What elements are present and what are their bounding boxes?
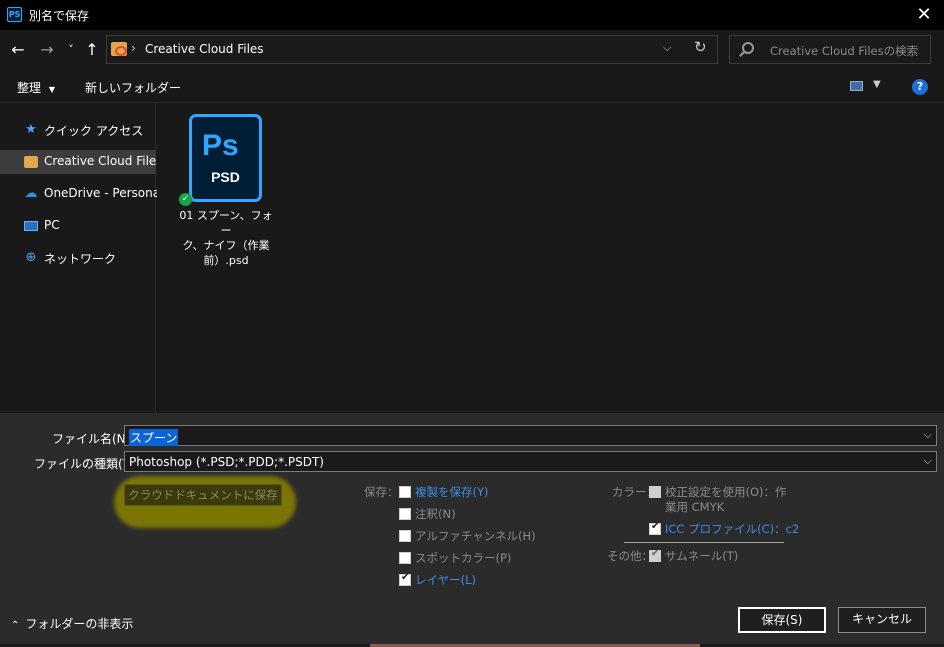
search-input[interactable]: Creative Cloud Filesの検索 (770, 43, 918, 59)
sidebar-item-creative-cloud-files[interactable]: Creative Cloud Files (0, 150, 163, 174)
sidebar-item-label: クイック アクセス (44, 124, 144, 138)
file-name-line: 01 スプーン、フォー (179, 209, 273, 237)
sidebar-item-label: ネットワーク (44, 252, 117, 266)
window-title: 別名で保存 (29, 9, 90, 23)
cloud-icon: ☁ (24, 186, 38, 201)
sidebar-item-quick-access[interactable]: ★ クイック アクセス (0, 118, 156, 142)
address-bar[interactable]: › Creative Cloud Files ⌵ (106, 35, 718, 64)
check-icon: ✔ (401, 572, 410, 583)
view-options-icon[interactable] (850, 81, 863, 91)
thumbnail-checkbox[interactable]: ✔ (649, 548, 661, 562)
navigation-pane: ★ クイック アクセス Creative Cloud Files ☁ OneDr… (0, 103, 164, 413)
sidebar-item-label: OneDrive - Personal (44, 186, 164, 200)
filename-field[interactable]: スプーン ⌵ (124, 425, 937, 446)
psd-file-icon: Ps PSD (189, 114, 262, 202)
refresh-icon[interactable]: ↻ (694, 38, 707, 56)
spot-colors-label: スポットカラー(P) (415, 551, 512, 565)
photoshop-app-icon: PS (7, 7, 22, 22)
psd-icon-letters: Ps (202, 129, 239, 162)
up-arrow-icon[interactable]: ↑ (82, 38, 102, 62)
save-copy-checkbox[interactable] (399, 486, 411, 498)
icc-profile-label: ICC プロファイル(C)：c2 (665, 522, 800, 536)
filename-input[interactable]: スプーン (129, 429, 179, 446)
search-box[interactable]: Creative Cloud Filesの検索 (729, 35, 931, 64)
use-proof-setup-checkbox[interactable] (649, 486, 661, 498)
alpha-channels-checkbox[interactable] (399, 530, 411, 542)
use-proof-setup-label: 校正設定を使用(O)：作 (665, 485, 787, 499)
organize-dropdown-icon: ▼ (48, 85, 55, 94)
filename-label: ファイル名(N): (52, 432, 135, 446)
annotations-label: 注釈(N) (415, 507, 456, 521)
file-name: 01 スプーン、フォー ク、ナイフ（作業 前）.psd (179, 208, 273, 268)
title-bar: PS 別名で保存 ✕ (0, 0, 944, 30)
sidebar-item-label: Creative Cloud Files (44, 154, 163, 168)
navigation-bar: ← → ˅ ↑ › Creative Cloud Files ⌵ ↻ Creat… (0, 30, 944, 70)
file-list: Ps PSD ✓ 01 スプーン、フォー ク、ナイフ（作業 前）.psd (157, 103, 944, 413)
back-arrow-icon[interactable]: ← (8, 38, 28, 62)
psd-icon-label: PSD (211, 169, 240, 185)
help-icon[interactable]: ? (912, 79, 928, 95)
filename-dropdown-icon[interactable]: ⌵ (924, 428, 932, 442)
new-folder-button[interactable]: 新しいフォルダー (85, 79, 181, 96)
close-icon[interactable]: ✕ (912, 3, 936, 27)
check-icon: ✔ (651, 548, 660, 559)
address-path[interactable]: Creative Cloud Files (145, 42, 264, 56)
file-name-line: 前）.psd (203, 254, 249, 267)
alpha-channels-label: アルファチャンネル(H) (415, 529, 536, 543)
sidebar-item-network[interactable]: ⊕ ネットワーク (0, 246, 156, 270)
sync-status-check-icon: ✓ (179, 193, 192, 206)
pc-icon (24, 221, 38, 231)
hide-folders-toggle[interactable]: ⌃ フォルダーの非表示 (11, 615, 133, 632)
sidebar-item-label: PC (44, 218, 60, 232)
organize-button[interactable]: 整理 ▼ (17, 79, 55, 96)
filetype-dropdown-icon[interactable]: ⌵ (924, 454, 932, 468)
filetype-value: Photoshop (*.PSD;*.PDD;*.PSDT) (129, 455, 324, 469)
save-to-cloud-button[interactable]: クラウドドキュメントに保存 (124, 484, 282, 506)
save-options-caption: 保存： (364, 485, 399, 499)
sidebar-item-pc[interactable]: PC (0, 214, 156, 238)
filetype-select[interactable]: Photoshop (*.PSD;*.PDD;*.PSDT) ⌵ (124, 451, 937, 472)
icc-profile-checkbox[interactable]: ✔ (649, 521, 661, 535)
hide-folders-label: フォルダーの非表示 (25, 617, 134, 631)
path-separator-icon: › (131, 41, 136, 55)
star-icon: ★ (25, 122, 37, 137)
save-options-panel: ファイル名(N): スプーン ⌵ ファイルの種類(T): Photoshop (… (0, 413, 944, 647)
annotations-checkbox[interactable] (399, 508, 411, 520)
thumbnail-label: サムネール(T) (665, 549, 739, 563)
cc-folder-icon (111, 42, 127, 56)
forward-arrow-icon[interactable]: → (37, 38, 57, 62)
layers-checkbox[interactable]: ✔ (399, 572, 411, 586)
recent-locations-chevron-icon[interactable]: ˅ (64, 38, 78, 62)
options-divider (624, 542, 784, 543)
view-dropdown-icon[interactable]: ▼ (873, 79, 881, 90)
cc-folder-icon (24, 156, 38, 168)
use-proof-setup-label-line2: 業用 CMYK (665, 500, 725, 514)
organize-label: 整理 (17, 81, 42, 95)
network-icon: ⊕ (25, 250, 37, 265)
search-icon (742, 42, 754, 54)
spot-colors-checkbox[interactable] (399, 552, 411, 564)
file-name-line: ク、ナイフ（作業 (182, 239, 270, 252)
sidebar-item-onedrive[interactable]: ☁ OneDrive - Personal (0, 182, 164, 206)
command-bar: 整理 ▼ 新しいフォルダー ▼ ? (0, 70, 944, 103)
layers-label: レイヤー(L) (415, 573, 477, 587)
save-copy-label: 複製を保存(Y) (415, 485, 489, 499)
check-icon: ✔ (651, 521, 660, 532)
cancel-button[interactable]: キャンセル (838, 607, 926, 633)
other-options-caption: その他： (607, 549, 653, 563)
save-button[interactable]: 保存(S) (738, 607, 826, 633)
chevron-up-icon: ⌃ (11, 620, 20, 631)
address-dropdown-icon[interactable]: ⌵ (663, 41, 671, 55)
